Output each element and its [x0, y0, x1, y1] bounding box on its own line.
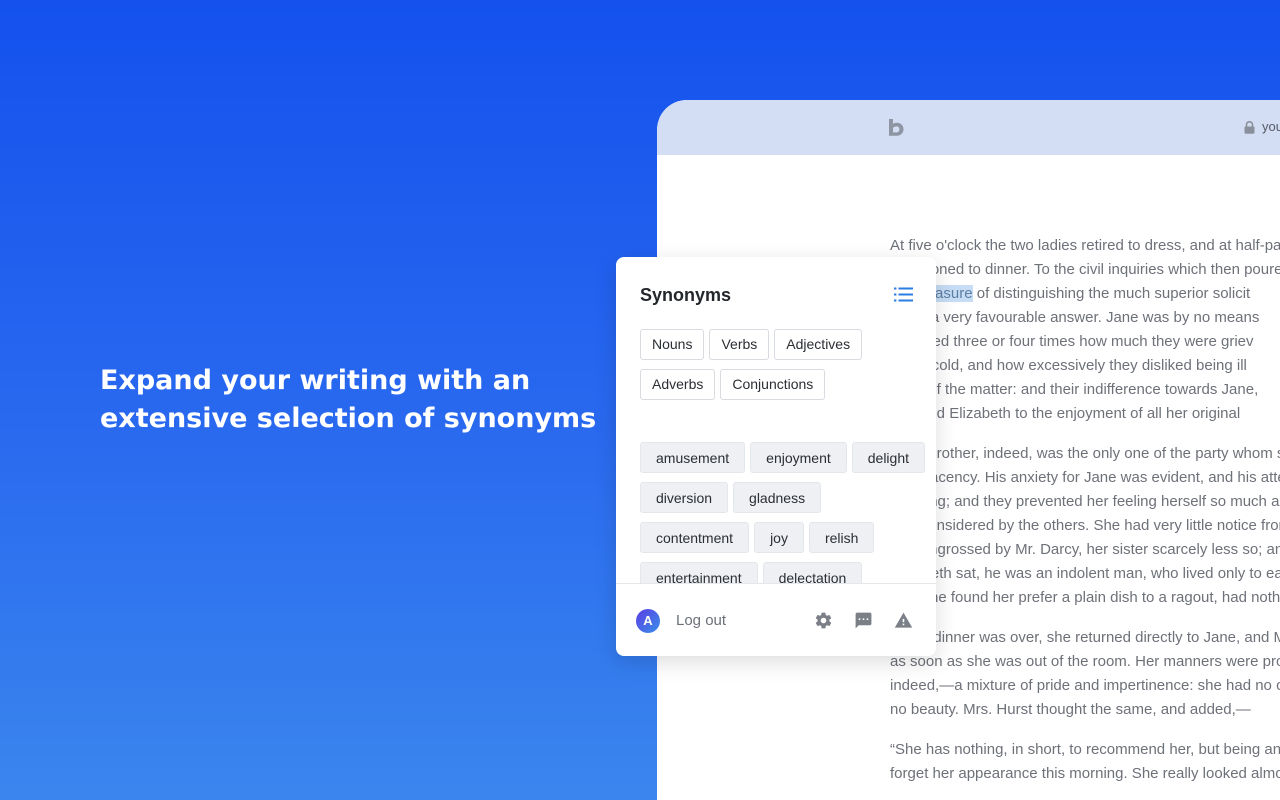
document-line: restored Elizabeth to the enjoyment of a…: [890, 402, 1280, 426]
logout-button[interactable]: Log out: [676, 612, 726, 629]
document-text-run: a bad cold, and how excessively they dis…: [890, 357, 1247, 374]
list-icon[interactable]: [894, 287, 913, 302]
document-line: the pleasure of distinguishing the much …: [890, 282, 1280, 306]
document-line: Their brother, indeed, was the only one …: [890, 442, 1280, 466]
document-text-run: When dinner was over, she returned direc…: [890, 629, 1280, 646]
letter-b-logo-icon: [889, 119, 904, 136]
document-line: a bad cold, and how excessively they dis…: [890, 354, 1280, 378]
synonym-chip[interactable]: gladness: [733, 482, 822, 513]
synonym-chip[interactable]: enjoyment: [750, 442, 847, 473]
document-line: At five o'clock the two ladies retired t…: [890, 234, 1280, 258]
document-text-run: no beauty. Mrs. Hurst thought the same, …: [890, 701, 1251, 718]
document-paragraph: Their brother, indeed, was the only one …: [890, 442, 1280, 610]
headline-line-2: extensive selection of synonyms: [100, 403, 597, 434]
document-line: summoned to dinner. To the civil inquiri…: [890, 258, 1280, 282]
document-line: was considered by the others. She had ve…: [890, 514, 1280, 538]
headline-line-1: Expand your writing with an: [100, 365, 531, 396]
synonym-chip[interactable]: amusement: [640, 442, 746, 473]
document-paragraph: At five o'clock the two ladies retired t…: [890, 234, 1280, 426]
panel-title: Synonyms: [640, 285, 732, 305]
document-line: repeated three or four times how much th…: [890, 330, 1280, 354]
document-paragraph: When dinner was over, she returned direc…: [890, 626, 1280, 722]
document-line: “She has nothing, in short, to recommend…: [890, 738, 1280, 762]
headline: Expand your writing with an extensive se…: [100, 362, 597, 438]
document-line: as soon as she was out of the room. Her …: [890, 650, 1280, 674]
synonym-chip[interactable]: delight: [851, 442, 926, 473]
chat-icon[interactable]: [854, 611, 873, 630]
category-filters: Nouns Verbs Adjectives Adverbs Conjunctions: [640, 329, 930, 409]
document-line: complacency. His anxiety for Jane was ev…: [890, 466, 1280, 490]
document-line: make a very favourable answer. Jane was …: [890, 306, 1280, 330]
document-text: At five o'clock the two ladies retired t…: [890, 234, 1280, 800]
category-conjunctions-button[interactable]: Conjunctions: [720, 369, 826, 400]
document-text-run: forget her appearance this morning. She …: [890, 765, 1280, 782]
document-text-run: restored Elizabeth to the enjoyment of a…: [890, 405, 1241, 422]
document-line: When dinner was over, she returned direc…: [890, 626, 1280, 650]
document-text-run: complacency. His anxiety for Jane was ev…: [890, 469, 1280, 486]
synonym-chip[interactable]: entertainment: [640, 562, 758, 583]
document-line: forget her appearance this morning. She …: [890, 762, 1280, 786]
synonym-chip[interactable]: diversion: [640, 482, 729, 513]
synonym-chip[interactable]: delectation: [762, 562, 863, 583]
panel-footer: A Log out: [616, 583, 936, 656]
document-line: no beauty. Mrs. Hurst thought the same, …: [890, 698, 1280, 722]
synonym-chip[interactable]: relish: [808, 522, 875, 553]
document-line: indeed,—a mixture of pride and impertine…: [890, 674, 1280, 698]
document-paragraph: “She has nothing, in short, to recommend…: [890, 738, 1280, 786]
synonym-chip[interactable]: joy: [754, 522, 804, 553]
document-text-run: Elizabeth sat, he was an indolent man, w…: [890, 565, 1280, 582]
document-text-run: of distinguishing the much superior soli…: [972, 285, 1251, 302]
document-text-run: was considered by the others. She had ve…: [890, 517, 1280, 534]
document-text-run: pleasing; and they prevented her feeling…: [890, 493, 1280, 510]
document-text-run: At five o'clock the two ladies retired t…: [890, 237, 1280, 254]
document-text-run: Their brother, indeed, was the only one …: [890, 445, 1280, 462]
document-text-run: as soon as she was out of the room. Her …: [890, 653, 1280, 670]
synonyms-panel: Synonyms Nouns Verbs Adjectives Adverbs Conj…: [616, 257, 936, 656]
address-bar-url[interactable]: you: [1262, 119, 1280, 134]
category-verbs-button[interactable]: Verbs: [709, 329, 770, 360]
document-line: Elizabeth sat, he was an indolent man, w…: [890, 562, 1280, 586]
document-text-run: summoned to dinner. To the civil inquiri…: [890, 261, 1280, 278]
document-text-run: when he found her prefer a plain dish to…: [890, 589, 1280, 606]
document-text-run: was engrossed by Mr. Darcy, her sister s…: [890, 541, 1280, 558]
synonym-list: amusement enjoyment delight diversion gladne…: [640, 442, 930, 583]
document-text-run: more of the matter: and their indifferen…: [890, 381, 1259, 398]
document-line: more of the matter: and their indifferen…: [890, 378, 1280, 402]
document-text-run: repeated three or four times how much th…: [890, 333, 1254, 350]
category-adverbs-button[interactable]: Adverbs: [640, 369, 716, 400]
document-line: pleasing; and they prevented her feeling…: [890, 490, 1280, 514]
category-nouns-button[interactable]: Nouns: [640, 329, 705, 360]
document-text-run: indeed,—a mixture of pride and impertine…: [890, 677, 1280, 694]
lock-icon: [1244, 121, 1255, 134]
warning-icon[interactable]: [894, 611, 913, 630]
document-text-run: “She has nothing, in short, to recommend…: [890, 741, 1280, 758]
category-adjectives-button[interactable]: Adjectives: [774, 329, 863, 360]
document-line: when he found her prefer a plain dish to…: [890, 586, 1280, 610]
document-line: was engrossed by Mr. Darcy, her sister s…: [890, 538, 1280, 562]
browser-toolbar: you: [657, 100, 1280, 155]
document-text-run: make a very favourable answer. Jane was …: [890, 309, 1260, 326]
gear-icon[interactable]: [814, 611, 833, 630]
avatar[interactable]: A: [636, 609, 660, 633]
synonym-chip[interactable]: contentment: [640, 522, 750, 553]
